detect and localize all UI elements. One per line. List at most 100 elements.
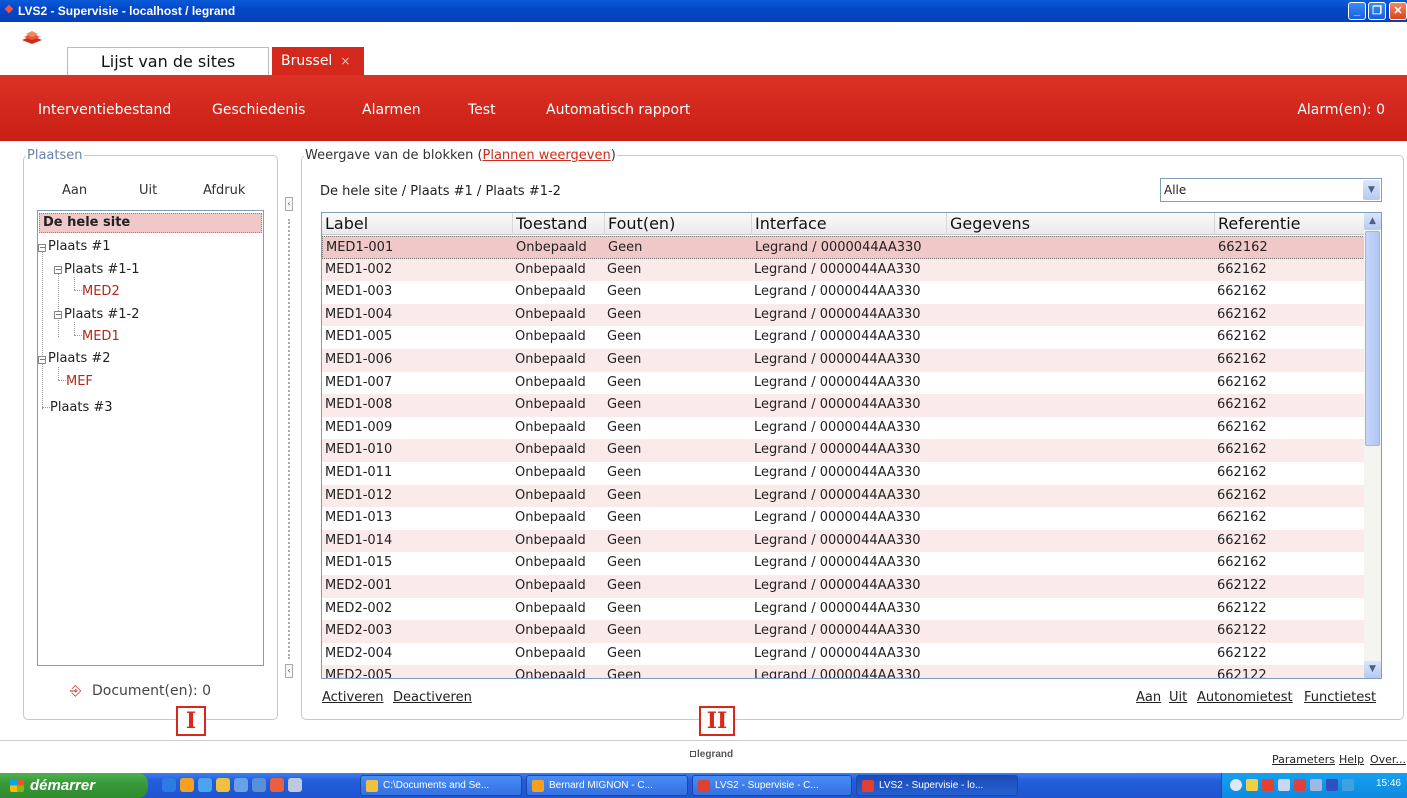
document-icon[interactable]: ⎆ [70,684,86,698]
antivirus-icon[interactable] [1294,779,1306,791]
table-row[interactable]: MED1-004 Onbepaald Geen Legrand / 0000044AA… [322,303,1365,327]
places-on-button[interactable]: Aan [62,183,87,198]
menu-automatisch-rapport[interactable]: Automatisch rapport [546,102,690,118]
off-link[interactable]: Uit [1169,690,1187,705]
column-referentie[interactable]: Referentie [1214,213,1365,235]
table-row[interactable]: MED1-013 Onbepaald Geen Legrand / 0000044AA… [322,507,1365,530]
tab-site-list[interactable]: Lijst van de sites [67,47,269,75]
tree-collapse-icon[interactable]: − [38,356,46,364]
folder-icon[interactable] [216,778,230,792]
table-row[interactable]: MED1-010 Onbepaald Geen Legrand / 0000044AA… [322,439,1365,462]
ie-icon[interactable] [198,778,212,792]
table-cell-referentie: 662162 [1217,329,1267,345]
app-icon-2[interactable] [252,778,266,792]
table-row[interactable]: MED1-006 Onbepaald Geen Legrand / 0000044AA… [322,349,1365,372]
table-row[interactable]: MED1-005 Onbepaald Geen Legrand / 0000044AA… [322,326,1365,349]
panel-splitter[interactable]: ‹ ‹ [285,197,294,679]
function-test-link[interactable]: Functietest [1304,690,1376,705]
tree-node-whole-site[interactable]: De hele site [39,213,262,233]
activate-link[interactable]: Activeren [322,690,384,705]
table-row[interactable]: MED2-004 Onbepaald Geen Legrand / 0000044AA… [322,643,1365,666]
table-row[interactable]: MED1-001 Onbepaald Geen Legrand / 0000044AA… [322,236,1365,259]
about-link[interactable]: Over... [1370,753,1406,766]
column-toestand[interactable]: Toestand [512,213,604,235]
tree-node-plaats-1-2[interactable]: Plaats #1-2 [64,307,140,322]
app-icon-1[interactable] [234,778,248,792]
table-row[interactable]: MED1-003 Onbepaald Geen Legrand / 0000044AA… [322,281,1365,304]
tree-node-plaats-3[interactable]: Plaats #3 [50,400,113,415]
tree-node-plaats-1[interactable]: Plaats #1 [48,239,111,254]
app-icon-3[interactable] [270,778,284,792]
tab-brussel[interactable]: Brussel × [272,47,364,75]
table-row[interactable]: MED1-014 Onbepaald Geen Legrand / 0000044AA… [322,529,1365,553]
scroll-thumb[interactable] [1365,231,1380,446]
tree-node-mef[interactable]: MEF [66,374,93,389]
menu-geschiedenis[interactable]: Geschiedenis [212,102,305,118]
tree-node-med1[interactable]: MED1 [82,329,120,344]
table-row[interactable]: MED1-011 Onbepaald Geen Legrand / 0000044AA… [322,462,1365,485]
scroll-up-icon[interactable]: ▲ [1364,213,1381,230]
column-gegevens[interactable]: Gegevens [946,213,1214,235]
table-row[interactable]: MED1-015 Onbepaald Geen Legrand / 0000044AA… [322,552,1365,575]
column-label[interactable]: Label [322,213,512,235]
table-row[interactable]: MED2-003 Onbepaald Geen Legrand / 0000044AA… [322,620,1365,643]
task-lvs2-1[interactable]: LVS2 - Supervisie - C... [692,775,852,796]
table-row[interactable]: MED1-012 Onbepaald Geen Legrand / 0000044AA… [322,484,1365,508]
task-lvs2-2[interactable]: LVS2 - Supervisie - lo... [856,775,1018,796]
places-off-button[interactable]: Uit [139,183,157,198]
bluetooth-icon[interactable] [1326,779,1338,791]
table-row[interactable]: MED1-008 Onbepaald Geen Legrand / 0000044AA… [322,394,1365,417]
network-icon[interactable] [1246,779,1258,791]
tree-collapse-icon[interactable]: − [54,266,62,274]
table-cell-toestand: Onbepaald [515,465,586,480]
monitor-icon[interactable] [1342,779,1354,791]
app-icon-4[interactable] [288,778,302,792]
table-scrollbar[interactable]: ▲ ▼ [1364,213,1381,678]
help-link[interactable]: Help [1339,753,1364,766]
table-row[interactable]: MED1-002 Onbepaald Geen Legrand / 0000044AA… [322,258,1365,282]
table-row[interactable]: MED1-009 Onbepaald Geen Legrand / 0000044AA… [322,417,1365,440]
tree-node-plaats-2[interactable]: Plaats #2 [48,351,111,366]
column-interface[interactable]: Interface [751,213,946,235]
table-row[interactable]: MED2-001 Onbepaald Geen Legrand / 0000044AA… [322,575,1365,598]
autonomy-test-link[interactable]: Autonomietest [1197,690,1293,705]
show-plans-link[interactable]: Plannen weergeven [483,148,611,163]
start-button[interactable]: démarrer [0,773,148,798]
tree-node-plaats-1-1[interactable]: Plaats #1-1 [64,262,140,277]
collapse-left-icon-bottom[interactable]: ‹ [285,664,293,678]
menu-interventiebestand[interactable]: Interventiebestand [38,102,171,118]
task-firefox-label: Bernard MIGNON - C... [549,780,653,791]
tab-close-icon[interactable]: × [340,54,350,68]
maximize-button[interactable]: ❐ [1368,2,1386,20]
deactivate-link[interactable]: Deactiveren [393,690,472,705]
tree-collapse-icon[interactable]: − [38,244,46,252]
display-icon[interactable] [1278,779,1290,791]
column-fouten[interactable]: Fout(en) [604,213,751,235]
table-row[interactable]: MED2-002 Onbepaald Geen Legrand / 0000044AA… [322,598,1365,621]
close-button[interactable]: ✕ [1389,2,1407,20]
table-row[interactable]: MED1-007 Onbepaald Geen Legrand / 0000044AA… [322,372,1365,395]
task-firefox[interactable]: Bernard MIGNON - C... [526,775,688,796]
volume-icon[interactable] [1310,779,1322,791]
minimize-button[interactable]: _ [1348,2,1366,20]
on-link[interactable]: Aan [1136,690,1161,705]
tree-node-med2[interactable]: MED2 [82,284,120,299]
filter-select[interactable]: Alle ▼ [1160,178,1382,202]
back-arrow-icon[interactable] [1230,779,1242,791]
parameters-link[interactable]: Parameters [1272,753,1335,766]
document-count[interactable]: Document(en): 0 [92,683,211,699]
firefox-icon[interactable] [180,778,194,792]
chevron-down-icon[interactable]: ▼ [1363,180,1380,200]
desktop-icon[interactable] [162,778,176,792]
task-explorer[interactable]: C:\Documents and Se... [360,775,522,796]
table-cell-label: MED1-005 [325,329,393,345]
table-cell-label: MED1-003 [325,284,393,300]
media-icon[interactable] [1262,779,1274,791]
scroll-down-icon[interactable]: ▼ [1364,661,1381,678]
menu-test[interactable]: Test [468,102,496,118]
tree-collapse-icon[interactable]: − [54,311,62,319]
places-print-button[interactable]: Afdruk [203,183,245,198]
collapse-left-icon[interactable]: ‹ [285,197,293,211]
table-row[interactable]: MED2-005 Onbepaald Geen Legrand / 0000044AA… [322,665,1365,678]
menu-alarmen[interactable]: Alarmen [362,102,421,118]
